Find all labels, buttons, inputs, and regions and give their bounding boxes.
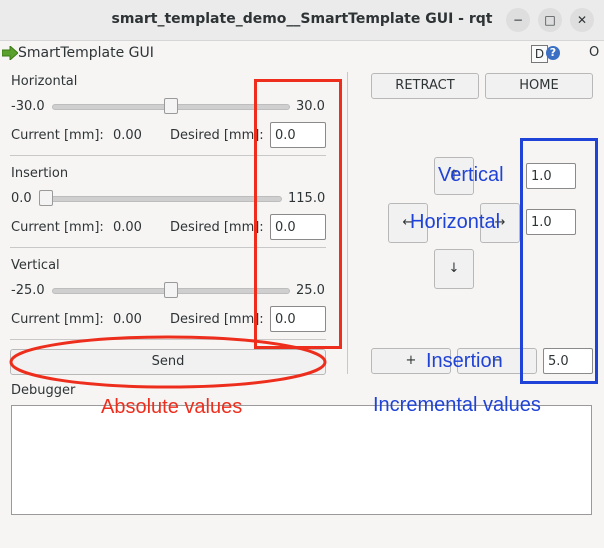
horizontal-current-value: 0.00 xyxy=(113,128,142,143)
insertion-desired-label: Desired [mm]: xyxy=(170,220,264,235)
retract-button[interactable]: RETRACT xyxy=(371,73,479,99)
vertical-label: Vertical xyxy=(11,258,60,273)
incremental-values-highlight xyxy=(520,138,598,384)
minimize-button[interactable]: − xyxy=(506,8,530,32)
horizontal-annotation: Horizontal xyxy=(410,211,501,233)
vertical-slider-handle[interactable] xyxy=(164,282,178,298)
plugin-title: SmartTemplate GUI xyxy=(18,45,154,61)
panel-separator xyxy=(347,72,348,374)
horizontal-current-label: Current [mm]: xyxy=(11,128,104,143)
insertion-label: Insertion xyxy=(11,166,69,181)
insertion-current-label: Current [mm]: xyxy=(11,220,104,235)
horizontal-min-label: -30.0 xyxy=(11,99,45,114)
absolute-values-annotation: Absolute values xyxy=(101,396,243,418)
vertical-desired-label: Desired [mm]: xyxy=(170,312,264,327)
insertion-slider[interactable] xyxy=(40,196,282,202)
vertical-min-label: -25.0 xyxy=(11,283,45,298)
help-icon[interactable]: ? xyxy=(546,46,560,60)
send-highlight-ellipse xyxy=(9,335,327,389)
plugin-arrow-icon xyxy=(2,46,18,60)
maximize-button[interactable]: □ xyxy=(538,8,562,32)
absolute-values-highlight xyxy=(254,79,342,349)
horizontal-slider-handle[interactable] xyxy=(164,98,178,114)
vertical-current-label: Current [mm]: xyxy=(11,312,104,327)
insertion-current-value: 0.00 xyxy=(113,220,142,235)
vertical-annotation: Vertical xyxy=(438,164,504,186)
horizontal-label: Horizontal xyxy=(11,74,78,89)
vertical-current-value: 0.00 xyxy=(113,312,142,327)
horizontal-desired-label: Desired [mm]: xyxy=(170,128,264,143)
debugger-output[interactable] xyxy=(11,405,592,515)
insertion-slider-handle[interactable] xyxy=(39,190,53,206)
plugin-close-button[interactable]: O xyxy=(589,45,599,60)
insertion-min-label: 0.0 xyxy=(11,191,32,206)
close-button[interactable]: ✕ xyxy=(570,8,594,32)
down-button[interactable]: ↓ xyxy=(434,249,474,289)
insertion-annotation: Insertion xyxy=(426,350,503,372)
home-button[interactable]: HOME xyxy=(485,73,593,99)
incremental-values-annotation: Incremental values xyxy=(373,394,541,416)
